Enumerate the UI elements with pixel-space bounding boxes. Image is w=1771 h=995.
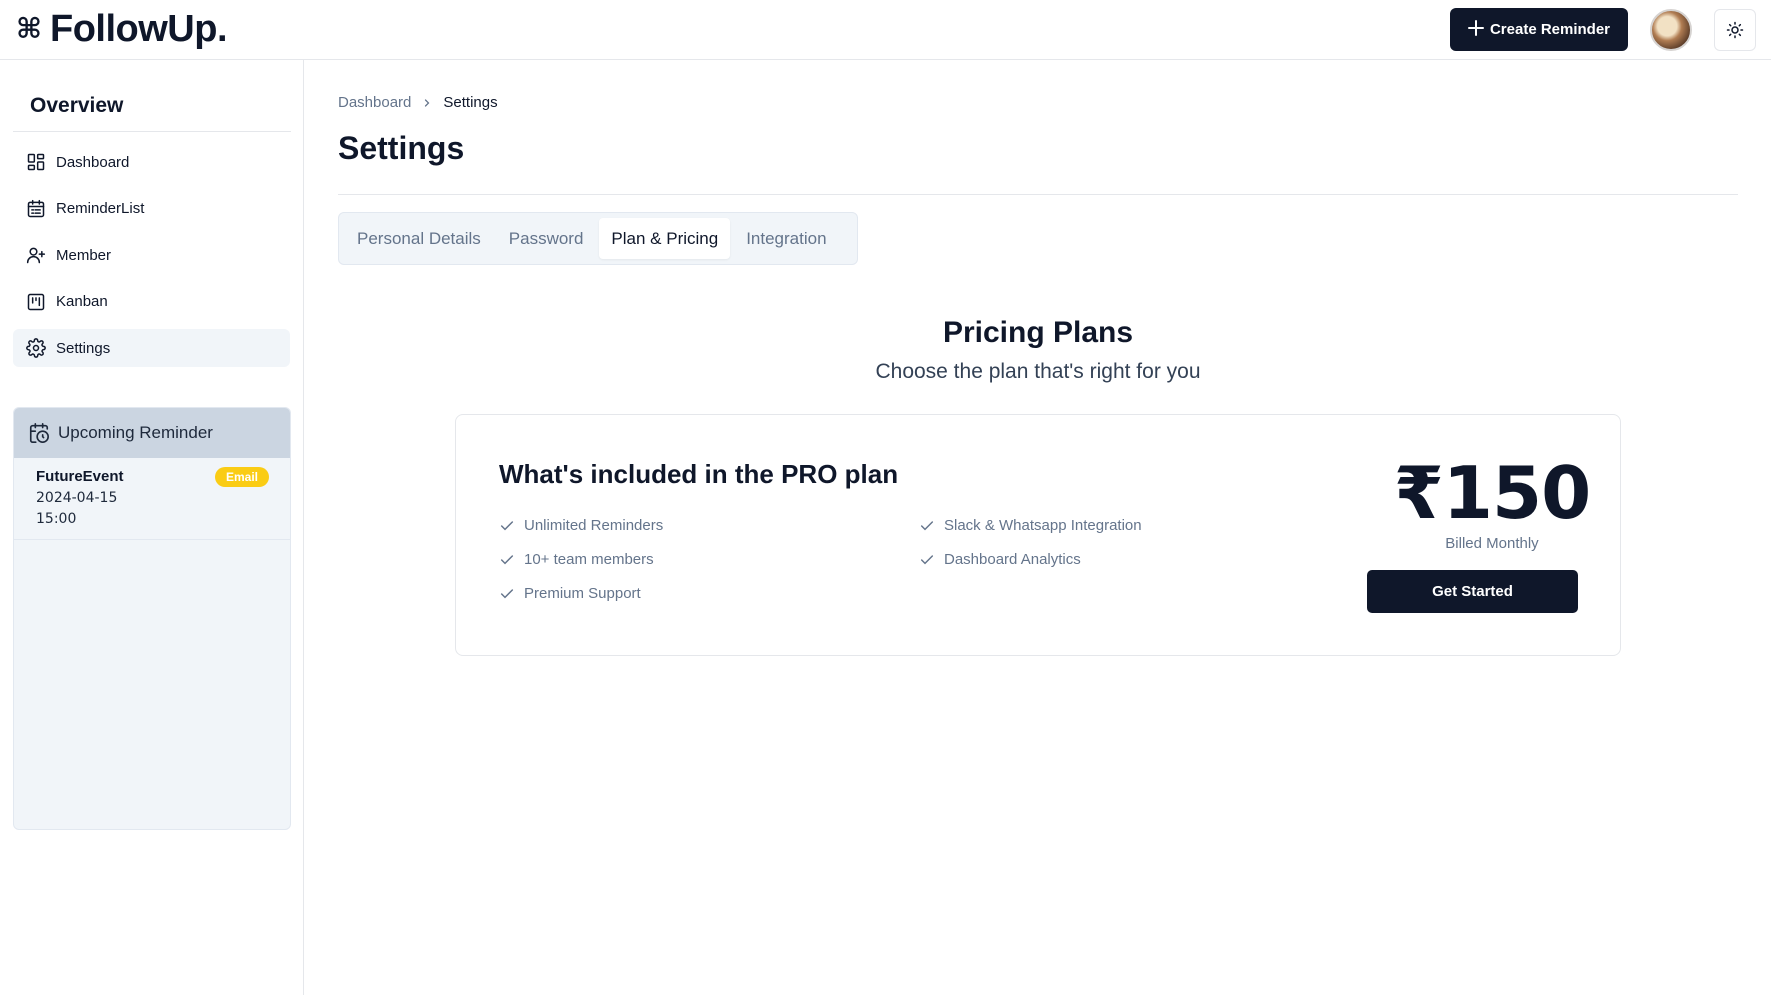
- tab-plan-pricing[interactable]: Plan & Pricing: [599, 218, 731, 259]
- dashboard-icon: [27, 153, 45, 171]
- sidebar-nav: Dashboard ReminderList Member Kanban Set…: [13, 143, 290, 376]
- breadcrumb-dashboard-link[interactable]: Dashboard: [338, 94, 411, 111]
- feature-label: 10+ team members: [524, 551, 654, 568]
- title-divider: [338, 194, 1738, 195]
- calendar-clock-icon: [29, 423, 49, 443]
- sidebar-divider: [13, 131, 291, 132]
- breadcrumb: Dashboard Settings: [338, 94, 498, 111]
- settings-tabs: Personal Details Password Plan & Pricing…: [338, 212, 858, 265]
- sidebar-item-label: ReminderList: [56, 200, 145, 217]
- reminder-date: 2024-04-15: [36, 490, 118, 506]
- feature-label: Premium Support: [524, 585, 641, 602]
- sidebar-item-label: Settings: [56, 339, 111, 357]
- brand-logo[interactable]: ⌘ FollowUp.: [16, 8, 228, 50]
- top-header: ⌘ FollowUp. Create Reminder: [0, 0, 1771, 60]
- pro-plan-card: What's included in the PRO plan Unlimite…: [455, 414, 1621, 656]
- command-icon: ⌘: [16, 12, 42, 45]
- upcoming-reminder-item[interactable]: FutureEvent 2024-04-15 15:00 Email: [14, 458, 290, 540]
- upcoming-reminder-panel: Upcoming Reminder FutureEvent 2024-04-15…: [13, 407, 291, 830]
- feature-item: Unlimited Reminders: [499, 517, 663, 534]
- breadcrumb-current: Settings: [443, 94, 498, 111]
- feature-item: 10+ team members: [499, 551, 654, 568]
- channel-badge: Email: [214, 467, 269, 487]
- plus-icon: [1467, 19, 1484, 39]
- chevron-right-icon: [425, 98, 430, 107]
- upcoming-reminder-title: Upcoming Reminder: [58, 423, 213, 442]
- reminder-time: 15:00: [36, 511, 77, 527]
- upcoming-reminder-header: Upcoming Reminder: [14, 408, 290, 458]
- theme-toggle-button[interactable]: [1714, 9, 1756, 51]
- create-reminder-label: Create Reminder: [1489, 21, 1611, 38]
- sidebar-title: Overview: [30, 94, 124, 117]
- sidebar-item-settings[interactable]: Settings: [13, 329, 290, 367]
- plan-price: ₹150: [1393, 451, 1591, 535]
- page-title: Settings: [338, 130, 465, 166]
- tab-password[interactable]: Password: [497, 218, 596, 259]
- check-icon: [500, 588, 514, 598]
- tab-integration[interactable]: Integration: [734, 218, 838, 259]
- feature-item: Premium Support: [499, 585, 641, 602]
- check-icon: [500, 520, 514, 530]
- feature-label: Unlimited Reminders: [524, 517, 664, 534]
- check-icon: [920, 554, 934, 564]
- sidebar-item-dashboard[interactable]: Dashboard: [13, 143, 290, 181]
- create-reminder-button[interactable]: Create Reminder: [1450, 8, 1628, 51]
- billing-period: Billed Monthly: [1445, 535, 1539, 552]
- sidebar-item-reminderlist[interactable]: ReminderList: [13, 190, 290, 228]
- feature-item: Slack & Whatsapp Integration: [919, 517, 1142, 534]
- sidebar-item-kanban[interactable]: Kanban: [13, 283, 290, 321]
- plan-heading: What's included in the PRO plan: [499, 459, 899, 489]
- kanban-icon: [27, 293, 45, 310]
- gear-icon: [26, 338, 46, 358]
- tab-personal-details[interactable]: Personal Details: [345, 218, 493, 259]
- sun-icon: [1726, 21, 1744, 39]
- sidebar-item-member[interactable]: Member: [13, 236, 290, 274]
- feature-label: Slack & Whatsapp Integration: [944, 517, 1142, 534]
- feature-label: Dashboard Analytics: [944, 551, 1081, 568]
- feature-item: Dashboard Analytics: [919, 551, 1081, 568]
- user-plus-icon: [26, 247, 46, 264]
- sidebar: Overview Dashboard ReminderList Member K…: [0, 60, 304, 995]
- sidebar-item-label: Dashboard: [56, 153, 130, 171]
- pricing-subtitle: Choose the plan that's right for you: [875, 360, 1201, 383]
- pricing-title: Pricing Plans: [942, 316, 1134, 349]
- check-icon: [500, 554, 514, 564]
- check-icon: [920, 520, 934, 530]
- user-avatar[interactable]: [1650, 9, 1692, 51]
- calendar-list-icon: [27, 199, 45, 217]
- get-started-button[interactable]: Get Started: [1367, 570, 1578, 613]
- sidebar-item-label: Kanban: [56, 293, 108, 310]
- brand-name: FollowUp.: [49, 8, 228, 50]
- sidebar-item-label: Member: [56, 246, 112, 264]
